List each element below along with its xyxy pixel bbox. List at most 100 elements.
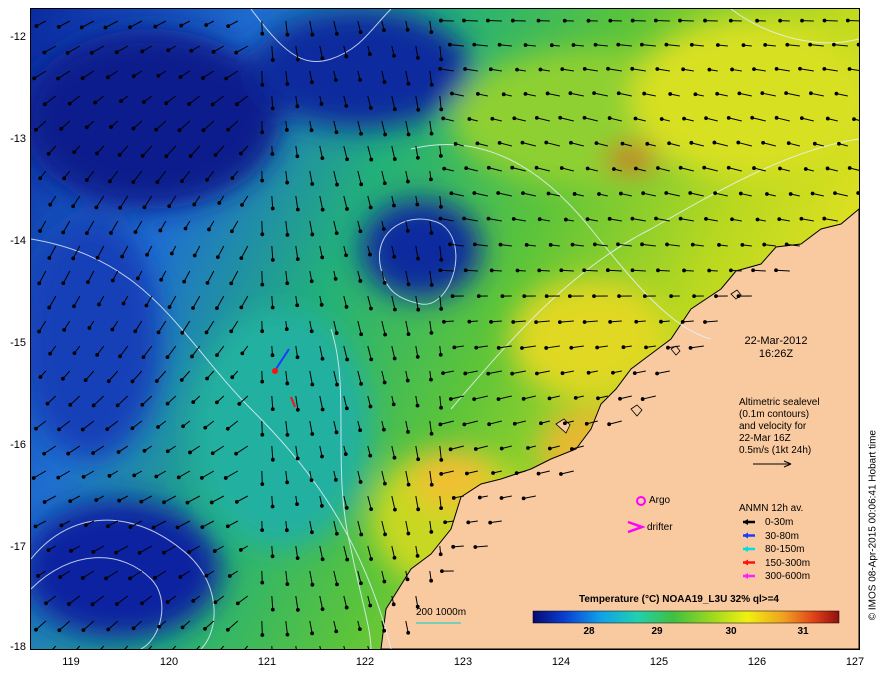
velocity-arrow-head	[392, 157, 397, 161]
velocity-arrow-head	[736, 140, 741, 145]
velocity-arrow-head	[104, 576, 108, 581]
velocity-arrow-head	[800, 18, 804, 23]
velocity-arrow-head	[737, 91, 742, 96]
velocity-arrow-head	[730, 217, 734, 222]
anmn-item: 80-150m	[765, 544, 805, 555]
velocity-arrow-head	[121, 301, 126, 306]
velocity-arrow-head	[438, 66, 443, 71]
velocity-arrow-head	[369, 157, 374, 162]
velocity-arrow-head	[205, 376, 210, 381]
velocity-arrow-head	[345, 157, 349, 162]
velocity-arrow-head	[345, 207, 349, 211]
velocity-arrow-head	[633, 166, 638, 171]
velocity-arrow-head	[500, 294, 505, 299]
velocity-arrow-head	[429, 431, 434, 436]
velocity-arrow-head	[44, 601, 48, 606]
velocity-arrow-head	[497, 140, 502, 145]
velocity-arrow-head	[785, 42, 790, 47]
velocity-arrow-head	[605, 268, 610, 273]
velocity-arrow-head	[607, 216, 612, 221]
velocity-arrow-head	[383, 532, 387, 537]
velocity-arrow-head	[755, 217, 760, 222]
velocity-arrow-head	[592, 294, 596, 299]
velocity-arrow-head	[440, 569, 444, 574]
velocity-arrow-head	[488, 520, 493, 525]
velocity-arrow-head	[751, 268, 756, 273]
map-date: 22-Mar-2012	[744, 335, 808, 347]
velocity-arrow-head	[438, 268, 443, 273]
altimetry-line: (0.1m contours)	[739, 409, 810, 420]
velocity-arrow-head	[270, 504, 275, 509]
velocity-arrow-head	[320, 454, 324, 459]
velocity-arrow-head	[655, 371, 659, 376]
velocity-arrow-head	[106, 524, 110, 529]
velocity-arrow-head	[153, 24, 158, 29]
velocity-arrow-head	[682, 116, 686, 121]
velocity-arrow-head	[131, 626, 136, 631]
velocity-arrow-head	[689, 42, 694, 47]
velocity-arrow-head	[260, 379, 265, 384]
velocity-arrow-head	[617, 294, 621, 299]
velocity-arrow-head	[223, 476, 228, 480]
velocity-arrow-head	[582, 268, 587, 273]
velocity-arrow-head	[429, 30, 434, 34]
velocity-arrow-head	[285, 632, 290, 637]
velocity-arrow-head	[464, 166, 469, 171]
velocity-arrow-head	[238, 151, 243, 156]
velocity-arrow-head	[235, 102, 239, 107]
velocity-arrow-head	[526, 446, 530, 450]
velocity-arrow-head	[644, 345, 648, 350]
velocity-arrow-head	[133, 230, 138, 234]
velocity-arrow-head	[762, 242, 767, 247]
velocity-arrow-head	[79, 25, 84, 30]
velocity-arrow-head	[61, 281, 66, 286]
velocity-arrow-head	[344, 605, 349, 610]
velocity-arrow-head	[47, 305, 52, 310]
velocity-arrow-head	[151, 525, 156, 530]
velocity-arrow-head	[761, 140, 766, 145]
velocity-arrow-head	[320, 356, 325, 361]
velocity-arrow-head	[156, 330, 161, 335]
velocity-arrow-head	[142, 205, 147, 210]
velocity-arrow-head	[157, 624, 162, 629]
velocity-arrow-head	[831, 42, 836, 47]
velocity-arrow-head	[406, 482, 411, 487]
velocity-arrow-head	[520, 346, 524, 350]
velocity-arrow-head	[107, 473, 112, 478]
velocity-arrow-head	[214, 400, 219, 405]
velocity-arrow-head	[310, 232, 315, 237]
x-tick: 119	[62, 656, 80, 668]
velocity-arrow-head	[450, 91, 454, 96]
velocity-arrow-head	[368, 105, 373, 110]
velocity-arrow-head	[382, 281, 387, 285]
velocity-arrow-head	[593, 42, 598, 47]
velocity-arrow-head	[439, 57, 444, 62]
velocity-arrow-head	[429, 530, 434, 534]
velocity-arrow-head	[703, 18, 707, 23]
colorbar-tick: 31	[797, 626, 809, 637]
sst-map[interactable]: 22-Mar-2012 16:26Z Altimetric sealevel (…	[30, 8, 860, 650]
velocity-arrow-head	[438, 216, 443, 221]
velocity-arrow-head	[117, 153, 122, 157]
velocity-arrow-head	[155, 180, 160, 184]
velocity-arrow-head	[534, 165, 539, 170]
velocity-arrow-head	[537, 217, 542, 222]
velocity-arrow-head	[368, 603, 373, 608]
velocity-arrow-head	[472, 191, 477, 195]
velocity-arrow-head	[703, 320, 707, 324]
velocity-arrow-head	[62, 327, 67, 332]
velocity-arrow-head	[429, 177, 433, 182]
velocity-arrow-head	[704, 116, 708, 121]
velocity-arrow-head	[763, 43, 768, 47]
velocity-arrow-head	[190, 354, 194, 359]
velocity-arrow-head	[611, 370, 615, 375]
velocity-arrow-head	[463, 371, 468, 376]
velocity-arrow-head	[178, 75, 183, 79]
velocity-arrow-head	[169, 251, 174, 256]
velocity-arrow-head	[559, 472, 563, 476]
velocity-arrow-head	[654, 216, 658, 221]
velocity-arrow-head	[475, 92, 480, 96]
velocity-arrow-head	[798, 66, 802, 71]
velocity-arrow-head	[319, 102, 324, 106]
velocity-arrow-head	[61, 376, 65, 381]
